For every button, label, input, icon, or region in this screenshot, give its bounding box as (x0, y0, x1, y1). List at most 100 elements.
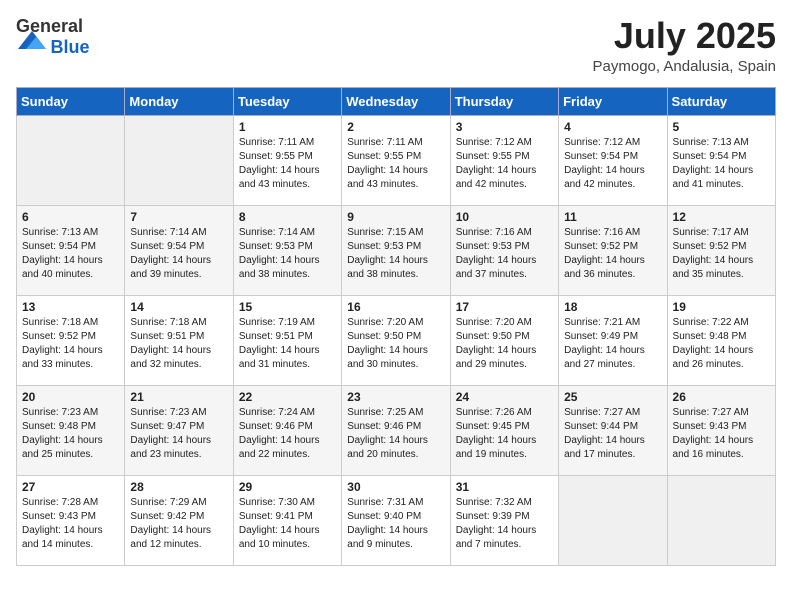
day-number: 27 (22, 480, 119, 494)
day-number: 22 (239, 390, 336, 404)
logo: General Blue (16, 16, 89, 58)
day-number: 12 (673, 210, 770, 224)
logo-text: General Blue (16, 16, 89, 58)
day-info: Sunrise: 7:14 AMSunset: 9:54 PMDaylight:… (130, 226, 227, 282)
day-info: Sunrise: 7:20 AMSunset: 9:50 PMDaylight:… (456, 316, 553, 372)
day-number: 6 (22, 210, 119, 224)
day-number: 10 (456, 210, 553, 224)
day-info: Sunrise: 7:18 AMSunset: 9:51 PMDaylight:… (130, 316, 227, 372)
col-header-monday: Monday (125, 87, 233, 115)
day-info: Sunrise: 7:25 AMSunset: 9:46 PMDaylight:… (347, 406, 444, 462)
calendar-week-3: 13Sunrise: 7:18 AMSunset: 9:52 PMDayligh… (17, 295, 776, 385)
calendar-cell: 14Sunrise: 7:18 AMSunset: 9:51 PMDayligh… (125, 295, 233, 385)
day-info: Sunrise: 7:28 AMSunset: 9:43 PMDaylight:… (22, 496, 119, 552)
calendar-cell: 10 Sunrise: 7:16 AMSunset: 9:53 PMDayligh… (450, 205, 558, 295)
day-info: Sunrise: 7:18 AMSunset: 9:52 PMDaylight:… (22, 316, 119, 372)
calendar-cell (559, 475, 667, 565)
day-info: Sunrise: 7:23 AMSunset: 9:47 PMDaylight:… (130, 406, 227, 462)
calendar-cell: 25 Sunrise: 7:27 AMSunset: 9:44 PMDayligh… (559, 385, 667, 475)
day-info: Sunrise: 7:16 AMSunset: 9:52 PMDaylight:… (564, 226, 661, 282)
day-info: Sunrise: 7:11 AMSunset: 9:55 PMDaylight:… (239, 136, 336, 192)
calendar-cell: 4Sunrise: 7:12 AMSunset: 9:54 PMDaylight… (559, 115, 667, 205)
day-number: 15 (239, 300, 336, 314)
logo-icon (18, 29, 46, 51)
col-header-tuesday: Tuesday (233, 87, 341, 115)
day-info: Sunrise: 7:21 AMSunset: 9:49 PMDaylight:… (564, 316, 661, 372)
calendar-cell: 13Sunrise: 7:18 AMSunset: 9:52 PMDayligh… (17, 295, 125, 385)
col-header-friday: Friday (559, 87, 667, 115)
day-info: Sunrise: 7:19 AMSunset: 9:51 PMDaylight:… (239, 316, 336, 372)
calendar-cell: 20 Sunrise: 7:23 AMSunset: 9:48 PMDayligh… (17, 385, 125, 475)
day-number: 18 (564, 300, 661, 314)
day-info: Sunrise: 7:30 AMSunset: 9:41 PMDaylight:… (239, 496, 336, 552)
day-number: 24 (456, 390, 553, 404)
day-number: 19 (673, 300, 770, 314)
calendar-cell: 9Sunrise: 7:15 AMSunset: 9:53 PMDaylight… (342, 205, 450, 295)
day-number: 25 (564, 390, 661, 404)
day-info: Sunrise: 7:11 AMSunset: 9:55 PMDaylight:… (347, 136, 444, 192)
day-number: 16 (347, 300, 444, 314)
location: Paymogo, Andalusia, Spain (593, 58, 776, 75)
day-info: Sunrise: 7:26 AMSunset: 9:45 PMDaylight:… (456, 406, 553, 462)
calendar-cell: 22 Sunrise: 7:24 AMSunset: 9:46 PMDayligh… (233, 385, 341, 475)
calendar-cell: 15 Sunrise: 7:19 AMSunset: 9:51 PMDayligh… (233, 295, 341, 385)
calendar-cell (125, 115, 233, 205)
day-number: 28 (130, 480, 227, 494)
day-info: Sunrise: 7:32 AMSunset: 9:39 PMDaylight:… (456, 496, 553, 552)
day-info: Sunrise: 7:24 AMSunset: 9:46 PMDaylight:… (239, 406, 336, 462)
calendar-cell: 29 Sunrise: 7:30 AMSunset: 9:41 PMDayligh… (233, 475, 341, 565)
logo-blue: Blue (50, 37, 89, 57)
day-info: Sunrise: 7:12 AMSunset: 9:55 PMDaylight:… (456, 136, 553, 192)
day-info: Sunrise: 7:31 AMSunset: 9:40 PMDaylight:… (347, 496, 444, 552)
day-number: 20 (22, 390, 119, 404)
day-info: Sunrise: 7:16 AMSunset: 9:53 PMDaylight:… (456, 226, 553, 282)
calendar-cell: 12 Sunrise: 7:17 AMSunset: 9:52 PMDayligh… (667, 205, 775, 295)
day-number: 7 (130, 210, 227, 224)
day-number: 29 (239, 480, 336, 494)
day-number: 2 (347, 120, 444, 134)
calendar-cell: 11Sunrise: 7:16 AMSunset: 9:52 PMDayligh… (559, 205, 667, 295)
day-number: 31 (456, 480, 553, 494)
title-block: July 2025 Paymogo, Andalusia, Spain (593, 16, 776, 75)
day-info: Sunrise: 7:17 AMSunset: 9:52 PMDaylight:… (673, 226, 770, 282)
calendar-cell: 5Sunrise: 7:13 AMSunset: 9:54 PMDaylight… (667, 115, 775, 205)
calendar-cell: 31 Sunrise: 7:32 AMSunset: 9:39 PMDayligh… (450, 475, 558, 565)
calendar-cell: 7 Sunrise: 7:14 AMSunset: 9:54 PMDaylight… (125, 205, 233, 295)
month-year: July 2025 (593, 16, 776, 56)
col-header-sunday: Sunday (17, 87, 125, 115)
day-info: Sunrise: 7:13 AMSunset: 9:54 PMDaylight:… (673, 136, 770, 192)
calendar-cell (17, 115, 125, 205)
calendar-cell: 8 Sunrise: 7:14 AMSunset: 9:53 PMDaylight… (233, 205, 341, 295)
col-header-thursday: Thursday (450, 87, 558, 115)
calendar-cell: 21Sunrise: 7:23 AMSunset: 9:47 PMDayligh… (125, 385, 233, 475)
day-number: 8 (239, 210, 336, 224)
day-number: 23 (347, 390, 444, 404)
day-info: Sunrise: 7:20 AMSunset: 9:50 PMDaylight:… (347, 316, 444, 372)
day-info: Sunrise: 7:27 AMSunset: 9:44 PMDaylight:… (564, 406, 661, 462)
calendar-cell: 17 Sunrise: 7:20 AMSunset: 9:50 PMDayligh… (450, 295, 558, 385)
calendar-cell: 2 Sunrise: 7:11 AMSunset: 9:55 PMDaylight… (342, 115, 450, 205)
calendar-cell: 3Sunrise: 7:12 AMSunset: 9:55 PMDaylight… (450, 115, 558, 205)
calendar-week-5: 27 Sunrise: 7:28 AMSunset: 9:43 PMDayligh… (17, 475, 776, 565)
calendar-week-4: 20 Sunrise: 7:23 AMSunset: 9:48 PMDayligh… (17, 385, 776, 475)
calendar-cell: 1 Sunrise: 7:11 AMSunset: 9:55 PMDaylight… (233, 115, 341, 205)
calendar-cell: 23 Sunrise: 7:25 AMSunset: 9:46 PMDayligh… (342, 385, 450, 475)
day-info: Sunrise: 7:27 AMSunset: 9:43 PMDaylight:… (673, 406, 770, 462)
calendar-week-2: 6 Sunrise: 7:13 AMSunset: 9:54 PMDaylight… (17, 205, 776, 295)
day-info: Sunrise: 7:15 AMSunset: 9:53 PMDaylight:… (347, 226, 444, 282)
day-number: 1 (239, 120, 336, 134)
day-info: Sunrise: 7:13 AMSunset: 9:54 PMDaylight:… (22, 226, 119, 282)
day-info: Sunrise: 7:12 AMSunset: 9:54 PMDaylight:… (564, 136, 661, 192)
calendar-cell: 24 Sunrise: 7:26 AMSunset: 9:45 PMDayligh… (450, 385, 558, 475)
day-info: Sunrise: 7:14 AMSunset: 9:53 PMDaylight:… (239, 226, 336, 282)
calendar-cell: 27 Sunrise: 7:28 AMSunset: 9:43 PMDayligh… (17, 475, 125, 565)
calendar-cell: 28Sunrise: 7:29 AMSunset: 9:42 PMDayligh… (125, 475, 233, 565)
col-header-saturday: Saturday (667, 87, 775, 115)
calendar-cell: 19Sunrise: 7:22 AMSunset: 9:48 PMDayligh… (667, 295, 775, 385)
day-info: Sunrise: 7:23 AMSunset: 9:48 PMDaylight:… (22, 406, 119, 462)
calendar-week-1: 1 Sunrise: 7:11 AMSunset: 9:55 PMDaylight… (17, 115, 776, 205)
calendar-cell: 16 Sunrise: 7:20 AMSunset: 9:50 PMDayligh… (342, 295, 450, 385)
calendar-table: SundayMondayTuesdayWednesdayThursdayFrid… (16, 87, 776, 566)
calendar-cell: 26Sunrise: 7:27 AMSunset: 9:43 PMDayligh… (667, 385, 775, 475)
day-number: 17 (456, 300, 553, 314)
